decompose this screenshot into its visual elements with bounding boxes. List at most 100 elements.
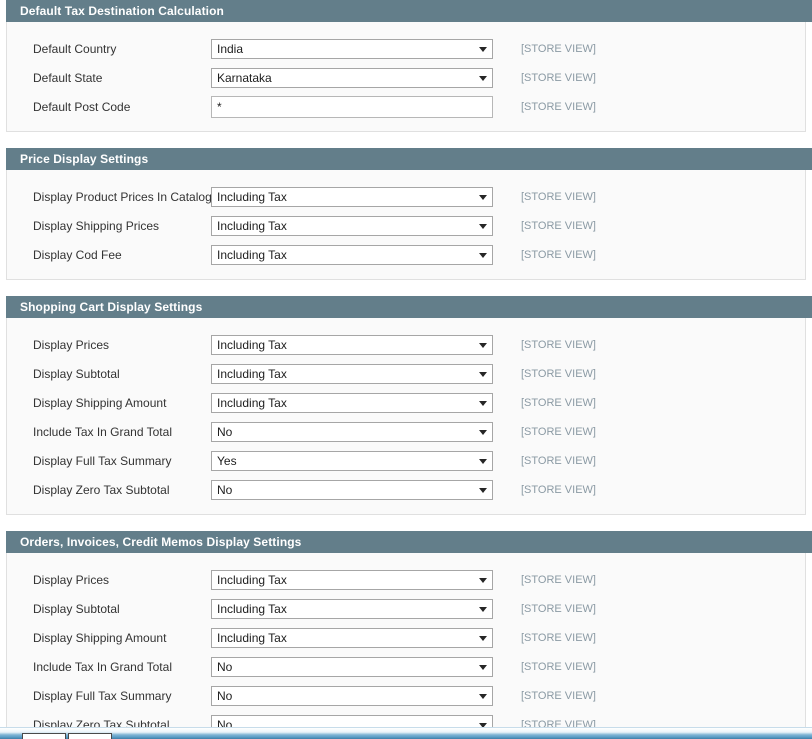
select-display-shipping-prices[interactable]: Including Tax: [211, 215, 493, 236]
select-value: No: [217, 482, 233, 497]
field-label: Display Product Prices In Catalog: [33, 189, 212, 204]
chevron-down-icon: [479, 252, 487, 258]
chevron-down-icon: [479, 606, 487, 612]
config-section-shopping-cart-display-settings: Shopping Cart Display Settings Display Pr…: [0, 296, 812, 515]
scope-label: [STORE VIEW]: [521, 219, 596, 232]
field-label: Display Subtotal: [33, 601, 120, 616]
select-value: Including Tax: [217, 189, 287, 204]
section-spacer: [0, 132, 812, 148]
select-value: Yes: [217, 453, 237, 468]
field-row: Default Post Code [STORE VIEW]: [7, 92, 805, 121]
scope-label: [STORE VIEW]: [521, 689, 596, 702]
select-display-prices[interactable]: Including Tax: [211, 334, 493, 355]
scope-label: [STORE VIEW]: [521, 367, 596, 380]
select-value: No: [217, 659, 233, 674]
chevron-down-icon: [479, 400, 487, 406]
config-section-default-tax-destination-calculation: Default Tax Destination Calculation Defau…: [0, 0, 812, 132]
field-label: Display Prices: [33, 572, 110, 587]
field-label: Display Full Tax Summary: [33, 688, 172, 703]
select-value: Including Tax: [217, 572, 287, 587]
chevron-down-icon: [479, 223, 487, 229]
select-display-shipping-amount[interactable]: Including Tax: [211, 392, 493, 413]
select-default-state[interactable]: Karnataka: [211, 67, 493, 88]
chevron-down-icon: [479, 342, 487, 348]
field-row: Display Subtotal Including Tax [STORE VIEW…: [7, 359, 805, 388]
field-label: Include Tax In Grand Total: [33, 659, 172, 674]
select-display-shipping-amount[interactable]: Including Tax: [211, 627, 493, 648]
field-label: Default Country: [33, 41, 117, 56]
chevron-down-icon: [479, 458, 487, 464]
scope-label: [STORE VIEW]: [521, 425, 596, 438]
field-row: Default Country India [STORE VIEW]: [7, 34, 805, 63]
select-default-country[interactable]: India: [211, 38, 493, 59]
field-row: Display Prices Including Tax [STORE VIEW]: [7, 330, 805, 359]
scope-label: [STORE VIEW]: [521, 483, 596, 496]
field-control: Yes: [211, 450, 495, 471]
select-value: Karnataka: [217, 70, 272, 85]
select-value: Including Tax: [217, 247, 287, 262]
select-value: Including Tax: [217, 395, 287, 410]
toolbar-button-right[interactable]: [68, 733, 112, 739]
select-display-zero-tax-subtotal[interactable]: No: [211, 479, 493, 500]
scope-label: [STORE VIEW]: [521, 396, 596, 409]
scope-label: [STORE VIEW]: [521, 190, 596, 203]
chevron-down-icon: [479, 46, 487, 52]
section-header-orders-invoices-credit-memos-display-settings[interactable]: Orders, Invoices, Credit Memos Display S…: [6, 531, 812, 553]
select-display-full-tax-summary[interactable]: No: [211, 685, 493, 706]
select-display-subtotal[interactable]: Including Tax: [211, 598, 493, 619]
section-body-price-display-settings: Display Product Prices In Catalog Includi…: [6, 170, 806, 280]
select-value: No: [217, 688, 233, 703]
scope-label: [STORE VIEW]: [521, 100, 596, 113]
field-control: Karnataka: [211, 67, 495, 88]
field-label: Display Zero Tax Subtotal: [33, 717, 170, 728]
select-display-full-tax-summary[interactable]: Yes: [211, 450, 493, 471]
scope-label: [STORE VIEW]: [521, 338, 596, 351]
chevron-down-icon: [479, 693, 487, 699]
config-section-price-display-settings: Price Display Settings Display Product Pr…: [0, 148, 812, 280]
select-display-zero-tax-subtotal[interactable]: No: [211, 714, 493, 727]
field-row: Display Subtotal Including Tax [STORE VIEW…: [7, 594, 805, 623]
field-control: No: [211, 656, 495, 677]
field-control: No: [211, 714, 495, 727]
toolbar-button-left[interactable]: [22, 733, 66, 739]
scope-label: [STORE VIEW]: [521, 248, 596, 261]
field-row: Display Full Tax Summary Yes [STORE VIEW]: [7, 446, 805, 475]
field-row: Default State Karnataka [STORE VIEW]: [7, 63, 805, 92]
scope-label: [STORE VIEW]: [521, 454, 596, 467]
scope-label: [STORE VIEW]: [521, 71, 596, 84]
scope-label: [STORE VIEW]: [521, 42, 596, 55]
field-control: No: [211, 685, 495, 706]
config-section-orders-invoices-credit-memos-display-settings: Orders, Invoices, Credit Memos Display S…: [0, 531, 812, 727]
select-value: No: [217, 424, 233, 439]
select-display-subtotal[interactable]: Including Tax: [211, 363, 493, 384]
select-include-tax-in-grand-total[interactable]: No: [211, 421, 493, 442]
field-row: Display Cod Fee Including Tax [STORE VIEW]: [7, 240, 805, 269]
section-header-price-display-settings[interactable]: Price Display Settings: [6, 148, 812, 170]
scope-label: [STORE VIEW]: [521, 718, 596, 728]
config-sections-list: Default Tax Destination Calculation Defau…: [0, 0, 812, 727]
chevron-down-icon: [479, 371, 487, 377]
field-control: Including Tax: [211, 569, 495, 590]
field-row: Include Tax In Grand Total No [STORE VIEW]: [7, 417, 805, 446]
chevron-down-icon: [479, 194, 487, 200]
section-spacer: [0, 280, 812, 296]
field-row: Display Product Prices In Catalog Includi…: [7, 182, 805, 211]
input-default-post-code[interactable]: [211, 95, 493, 118]
section-spacer: [0, 515, 812, 531]
field-row: Display Zero Tax Subtotal No [STORE VIEW]: [7, 710, 805, 727]
field-control: Including Tax: [211, 215, 495, 236]
field-control: Including Tax: [211, 627, 495, 648]
field-row: Display Shipping Prices Including Tax [STO…: [7, 211, 805, 240]
section-body-shopping-cart-display-settings: Display Prices Including Tax [STORE VIEW] D…: [6, 318, 806, 515]
field-control: Including Tax: [211, 598, 495, 619]
tax-config-page: Default Tax Destination Calculation Defau…: [0, 0, 812, 739]
select-display-product-prices-in-catalog[interactable]: Including Tax: [211, 186, 493, 207]
select-display-cod-fee[interactable]: Including Tax: [211, 244, 493, 265]
field-control: Including Tax: [211, 244, 495, 265]
section-header-default-tax-destination-calculation[interactable]: Default Tax Destination Calculation: [6, 0, 812, 22]
field-row: Display Shipping Amount Including Tax [STO…: [7, 388, 805, 417]
select-include-tax-in-grand-total[interactable]: No: [211, 656, 493, 677]
select-display-prices[interactable]: Including Tax: [211, 569, 493, 590]
section-header-shopping-cart-display-settings[interactable]: Shopping Cart Display Settings: [6, 296, 812, 318]
field-label: Display Shipping Prices: [33, 218, 160, 233]
